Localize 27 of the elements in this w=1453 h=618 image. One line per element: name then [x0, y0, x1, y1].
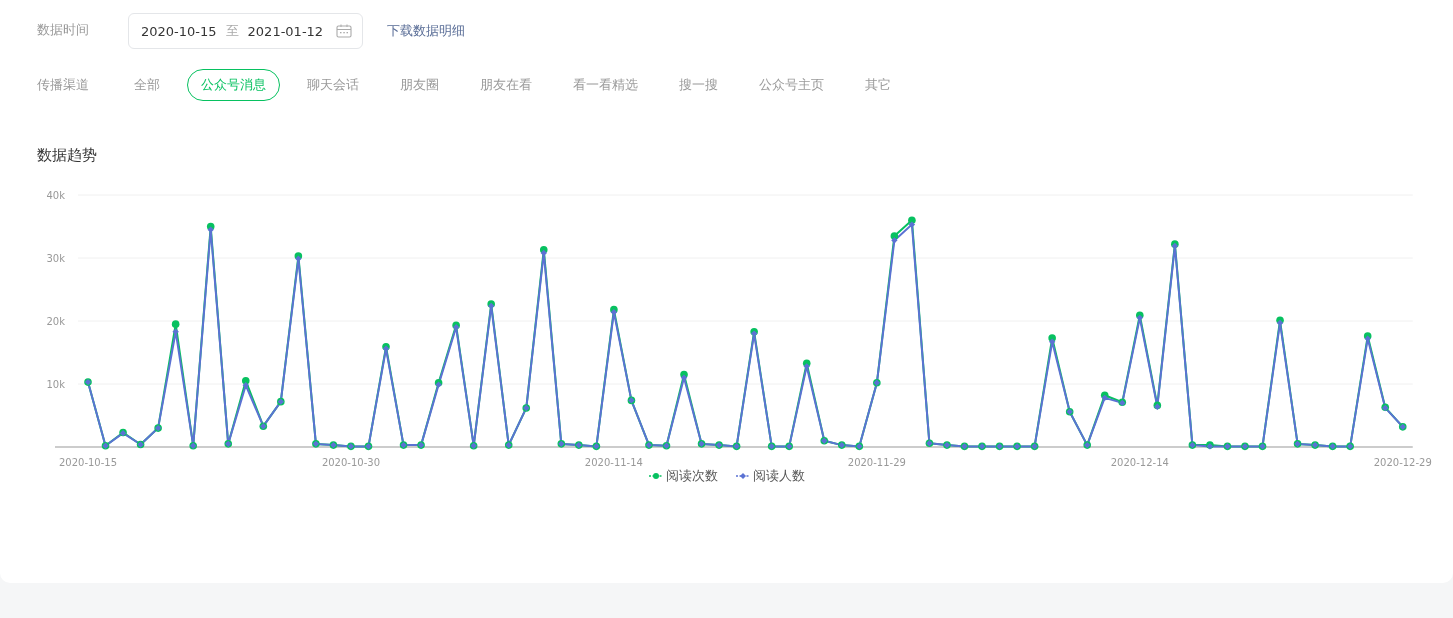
channel-tab[interactable]: 聊天会话	[293, 69, 373, 101]
axis-label: 40k	[46, 190, 65, 201]
chart-title: 数据趋势	[37, 146, 97, 165]
axis-label: 2020-11-14	[584, 457, 643, 467]
axis-label: 2020-10-30	[321, 457, 380, 467]
axis-label: 20k	[46, 316, 65, 327]
channel-tab[interactable]: 朋友在看	[466, 69, 546, 101]
legend-label: 阅读人数	[752, 467, 805, 485]
end-date: 2021-01-12	[247, 23, 324, 39]
field-label: 数据时间	[37, 21, 90, 39]
axis-label: 2020-12-14	[1110, 457, 1169, 467]
channel-tab[interactable]: 全部	[120, 69, 174, 101]
legend-label: 阅读次数	[665, 467, 718, 485]
channel-tab[interactable]: 朋友圈	[386, 69, 453, 101]
range-separator: 至	[225, 22, 239, 40]
field-label: 传播渠道	[37, 76, 90, 94]
channel-tab[interactable]: 公众号主页	[745, 69, 838, 101]
channel-tab[interactable]: 其它	[851, 69, 905, 101]
axis-label: 30k	[46, 253, 65, 264]
download-link[interactable]: 下载数据明细	[387, 22, 466, 40]
date-range-picker[interactable]: 2020-10-15 至 2021-01-12	[128, 13, 364, 49]
axis-label: 2020-11-29	[847, 457, 906, 467]
axis-label: 10k	[46, 379, 65, 390]
axis-label: 2020-10-15	[58, 457, 118, 467]
calendar-icon	[336, 24, 353, 38]
start-date: 2020-10-15	[141, 23, 217, 39]
axis-label: 2020-12-29	[1373, 457, 1432, 467]
